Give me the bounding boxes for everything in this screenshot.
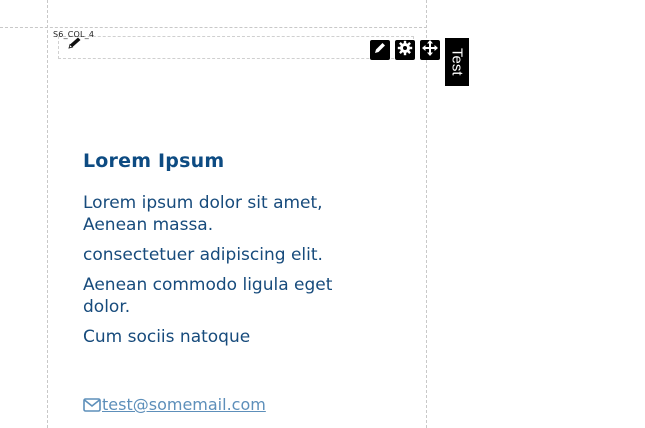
envelope-icon: [83, 397, 101, 412]
content-paragraph: Lorem ipsum dolor sit amet, Aenean massa…: [83, 193, 323, 235]
column-header-outline: [58, 36, 414, 59]
column-toolbar: [370, 39, 440, 61]
email-contact: test@somemail.com: [83, 395, 266, 414]
pencil-icon[interactable]: [66, 36, 84, 50]
content-block: Lorem Ipsum Lorem ipsum dolor sit amet, …: [83, 150, 383, 356]
move-button[interactable]: [420, 39, 440, 61]
settings-button[interactable]: [395, 40, 415, 60]
side-tab-button[interactable]: Test: [445, 38, 469, 86]
content-paragraph: Cum sociis natoque: [83, 327, 251, 347]
move-arrows-icon: [422, 39, 438, 61]
edit-button[interactable]: [370, 40, 390, 60]
gear-icon: [397, 40, 413, 61]
side-tab-label: Test: [448, 48, 466, 76]
content-heading: Lorem Ipsum: [83, 150, 225, 172]
email-link[interactable]: test@somemail.com: [102, 395, 266, 414]
content-paragraph: Aenean commodo ligula eget dolor.: [83, 275, 333, 317]
pencil-icon: [373, 41, 387, 60]
content-paragraph: consectetuer adipiscing elit.: [83, 245, 323, 265]
